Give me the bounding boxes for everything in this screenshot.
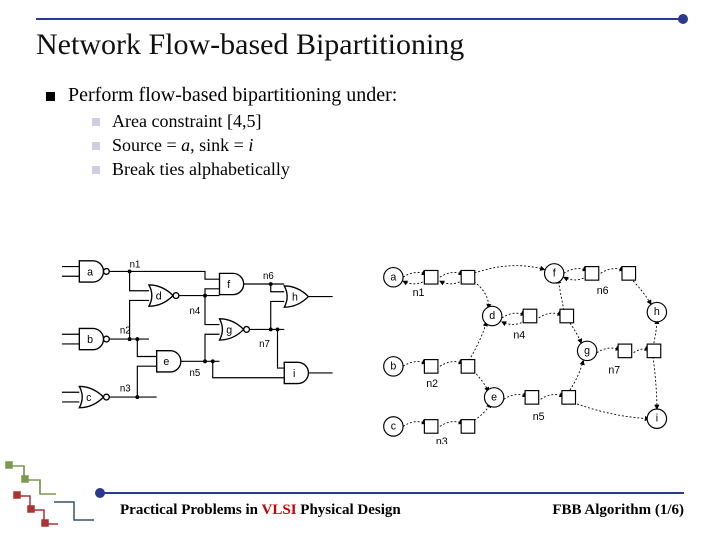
label-n3: n3 bbox=[120, 383, 131, 394]
fe: e bbox=[491, 391, 497, 403]
sub2-a: a bbox=[181, 135, 190, 155]
sub2-i: i bbox=[248, 135, 253, 155]
gate-a: a bbox=[62, 261, 109, 282]
label-b: b bbox=[87, 334, 93, 346]
bullet-main: Perform flow-based bipartitioning under:… bbox=[44, 84, 680, 180]
fn5: n5 bbox=[533, 411, 545, 423]
bullet-main-text: Perform flow-based bipartitioning under: bbox=[68, 84, 397, 106]
slide-title: Network Flow-based Bipartitioning bbox=[36, 28, 464, 62]
flow-graph: a b c d e f g h i n1 n2 n3 n4 bbox=[374, 250, 684, 444]
gate-g: g bbox=[205, 296, 249, 362]
footer-left-pre: Practical Problems in bbox=[120, 502, 262, 518]
label-n5: n5 bbox=[190, 368, 201, 379]
footer-rule bbox=[100, 492, 684, 494]
bullet-sub-2: Source = a, sink = i bbox=[92, 135, 680, 156]
gate-d: d bbox=[130, 271, 179, 339]
fd: d bbox=[489, 310, 495, 322]
label-g: g bbox=[226, 324, 232, 336]
gate-circuit: a b c n1 n2 n3 d bbox=[60, 250, 350, 434]
footer-right: FBB Algorithm (1/6) bbox=[552, 502, 684, 519]
body-content: Perform flow-based bipartitioning under:… bbox=[44, 84, 680, 184]
label-h: h bbox=[292, 291, 298, 303]
footer-left-post: Physical Design bbox=[297, 502, 401, 518]
fa: a bbox=[390, 271, 396, 283]
fb: b bbox=[390, 360, 396, 372]
fn3: n3 bbox=[436, 436, 448, 444]
fg: g bbox=[584, 345, 590, 357]
figures-row: a b c n1 n2 n3 d bbox=[60, 250, 680, 444]
fn4: n4 bbox=[513, 329, 525, 341]
gate-b: b bbox=[62, 328, 109, 349]
label-d: d bbox=[156, 290, 162, 302]
label-n6: n6 bbox=[263, 271, 274, 282]
label-i: i bbox=[293, 368, 295, 380]
label-c: c bbox=[86, 392, 92, 404]
footer-left-vlsi: VLSI bbox=[262, 502, 297, 518]
label-n1: n1 bbox=[130, 260, 141, 271]
fn6: n6 bbox=[597, 285, 609, 297]
fi: i bbox=[656, 413, 658, 425]
fc: c bbox=[391, 420, 397, 432]
label-a: a bbox=[87, 266, 93, 278]
gate-e: e bbox=[137, 339, 181, 397]
label-f: f bbox=[227, 279, 230, 291]
fn7: n7 bbox=[608, 364, 620, 376]
sub2-prefix: Source = bbox=[112, 135, 181, 155]
fn1: n1 bbox=[413, 287, 425, 299]
gate-h: h bbox=[271, 284, 333, 329]
footer: Practical Problems in VLSI Physical Desi… bbox=[0, 492, 720, 530]
footer-left: Practical Problems in VLSI Physical Desi… bbox=[120, 502, 401, 519]
sub2-mid: , sink = bbox=[190, 135, 248, 155]
fn2: n2 bbox=[426, 378, 438, 390]
header-rule bbox=[36, 18, 684, 20]
ff: f bbox=[553, 267, 556, 279]
bullet-sub-1: Area constraint [4,5] bbox=[92, 111, 680, 132]
fh: h bbox=[654, 306, 660, 318]
label-n7: n7 bbox=[259, 339, 270, 350]
gate-c: c bbox=[62, 386, 109, 407]
label-e: e bbox=[163, 356, 169, 368]
label-n4: n4 bbox=[190, 306, 201, 317]
bullet-sub-3: Break ties alphabetically bbox=[92, 159, 680, 180]
